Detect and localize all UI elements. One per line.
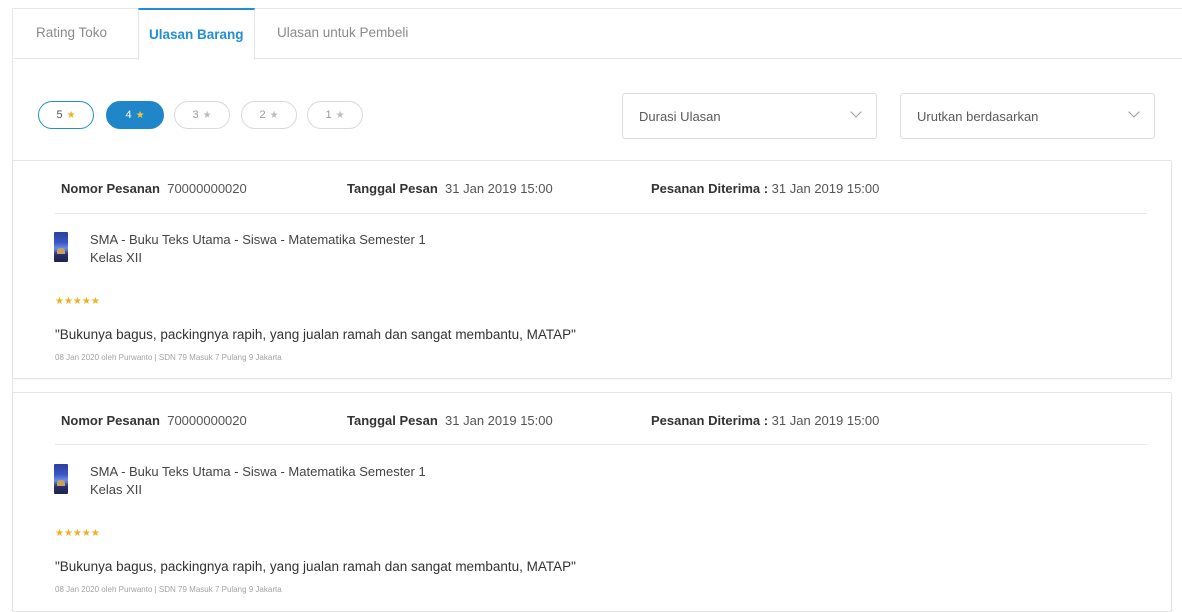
review-text: "Bukunya bagus, packingnya rapih, yang j… — [55, 327, 576, 342]
star-icon: ★ — [202, 109, 212, 121]
rating-filter-3[interactable]: 3 ★ — [174, 101, 230, 129]
order-date-label: Tanggal Pesan — [347, 181, 438, 196]
product-title-line1: SMA - Buku Teks Utama - Siswa - Matemati… — [90, 464, 426, 479]
rating-filter-1[interactable]: 1 ★ — [307, 101, 363, 129]
rating-filter-label: 3 — [192, 109, 199, 121]
durasi-ulasan-select[interactable]: Durasi Ulasan — [622, 93, 877, 139]
review-card: Nomor Pesanan 70000000020 Tanggal Pesan … — [12, 160, 1172, 379]
order-number-label: Nomor Pesanan — [61, 413, 160, 428]
tab-ulasan-barang[interactable]: Ulasan Barang — [138, 8, 255, 60]
review-card: Nomor Pesanan 70000000020 Tanggal Pesan … — [12, 392, 1172, 612]
chevron-down-icon — [1128, 106, 1140, 118]
review-byline: 08 Jan 2020 oleh Purwanto | SDN 79 Masuk… — [55, 585, 282, 594]
order-received-label: Pesanan Diterima : — [651, 413, 769, 428]
order-received: Pesanan Diterima : 31 Jan 2019 15:00 — [651, 413, 879, 428]
product-title-line1: SMA - Buku Teks Utama - Siswa - Matemati… — [90, 232, 426, 247]
book-cover-image — [54, 464, 68, 494]
review-byline: 08 Jan 2020 oleh Purwanto | SDN 79 Masuk… — [55, 353, 282, 362]
product-title-line2: Kelas XII — [90, 482, 143, 497]
order-received-label: Pesanan Diterima : — [651, 181, 769, 196]
star-icon: ★ — [269, 109, 279, 121]
urutkan-select[interactable]: Urutkan berdasarkan — [900, 93, 1155, 139]
tab-rating-toko[interactable]: Rating Toko — [36, 8, 107, 58]
urutkan-label: Urutkan berdasarkan — [917, 108, 1039, 124]
star-icon: ★ — [135, 109, 145, 121]
rating-filter-label: 4 — [125, 109, 132, 121]
rating-stars: ★★★★★ — [55, 528, 100, 539]
rating-filter-label: 1 — [325, 109, 332, 121]
rating-filter-4[interactable]: 4 ★ — [106, 101, 164, 129]
rating-filter-5[interactable]: 5 ★ — [38, 101, 94, 129]
order-number-label: Nomor Pesanan — [61, 181, 160, 196]
rating-filter-label: 5 — [56, 109, 63, 121]
order-date-label: Tanggal Pesan — [347, 413, 438, 428]
chevron-down-icon — [850, 106, 862, 118]
order-number: Nomor Pesanan 70000000020 — [61, 181, 247, 196]
star-icon: ★ — [66, 109, 76, 121]
rating-filter-2[interactable]: 2 ★ — [241, 101, 297, 129]
product-title[interactable]: SMA - Buku Teks Utama - Siswa - Matemati… — [90, 463, 426, 499]
star-icon: ★ — [335, 109, 345, 121]
tab-bar: Rating Toko Ulasan Barang Ulasan untuk P… — [12, 8, 1182, 60]
order-number: Nomor Pesanan 70000000020 — [61, 413, 247, 428]
divider — [55, 213, 1147, 214]
order-date: Tanggal Pesan 31 Jan 2019 15:00 — [347, 413, 553, 428]
order-received-value: 31 Jan 2019 15:00 — [771, 413, 880, 428]
review-text: "Bukunya bagus, packingnya rapih, yang j… — [55, 559, 576, 574]
order-received-value: 31 Jan 2019 15:00 — [771, 181, 880, 196]
product-title[interactable]: SMA - Buku Teks Utama - Siswa - Matemati… — [90, 231, 426, 267]
order-date-value: 31 Jan 2019 15:00 — [445, 413, 553, 428]
rating-filter-label: 2 — [259, 109, 266, 121]
rating-stars: ★★★★★ — [55, 296, 100, 307]
order-date-value: 31 Jan 2019 15:00 — [445, 181, 553, 196]
order-date: Tanggal Pesan 31 Jan 2019 15:00 — [347, 181, 553, 196]
order-number-value: 70000000020 — [167, 181, 247, 196]
durasi-ulasan-label: Durasi Ulasan — [639, 108, 721, 124]
tab-ulasan-untuk-pembeli[interactable]: Ulasan untuk Pembeli — [277, 8, 408, 58]
product-title-line2: Kelas XII — [90, 250, 143, 265]
book-cover-image — [54, 232, 68, 262]
order-number-value: 70000000020 — [167, 413, 247, 428]
divider — [55, 444, 1147, 445]
order-received: Pesanan Diterima : 31 Jan 2019 15:00 — [651, 181, 879, 196]
